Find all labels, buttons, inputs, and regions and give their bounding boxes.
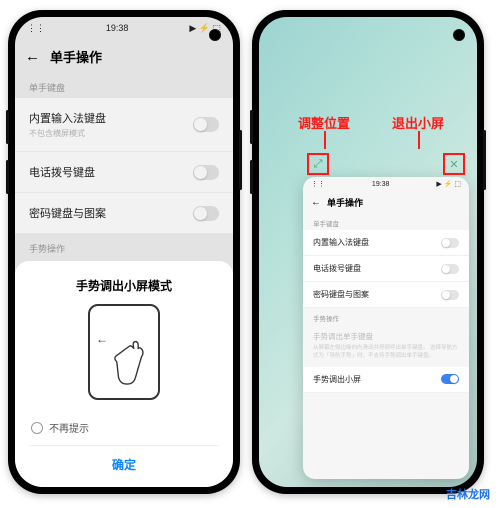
right-screen: 调整位置 退出小屏 ⤢ ✕ ⋮⋮ 19:38 ▶ ⚡ ⬚ ← 单手操作 单手键盘 — [259, 17, 477, 487]
close-icon[interactable]: ✕ — [449, 158, 458, 171]
dont-remind-option[interactable]: 不再提示 — [29, 414, 219, 441]
status-time: 19:38 — [372, 181, 390, 188]
mini-title-bar: ← 单手操作 — [303, 191, 469, 213]
phone-right-frame: 调整位置 退出小屏 ⤢ ✕ ⋮⋮ 19:38 ▶ ⚡ ⬚ ← 单手操作 单手键盘 — [252, 10, 484, 494]
annotation-move: 调整位置 — [293, 113, 355, 132]
row-label: 内置输入法键盘 — [313, 237, 369, 248]
status-right: ▶ ⚡ ⬚ — [436, 180, 461, 188]
camera-punchhole — [453, 29, 465, 41]
resize-icon[interactable]: ⤢ — [314, 158, 323, 171]
row-ime-keyboard[interactable]: 内置输入法键盘 — [303, 230, 469, 256]
row-dial-keyboard[interactable]: 电话拨号键盘 — [303, 256, 469, 282]
section-keyboard-header: 单手键盘 — [303, 213, 469, 230]
sheet-title: 手势调出小屏模式 — [29, 277, 219, 294]
highlight-resize-button: ⤢ — [307, 153, 329, 175]
row-password-keyboard[interactable]: 密码键盘与图案 — [303, 282, 469, 308]
camera-punchhole — [209, 29, 221, 41]
left-screen: ⋮⋮ 19:38 ▶ ⚡ ⬚ ← 单手操作 单手键盘 内置输入法键盘 不包含横屏… — [15, 17, 233, 487]
gesture-disabled-block: 手势调出单手键盘 从屏幕左侧边缘向内滑动并停顿呼出单手键盘。 选择导航方式为「导… — [303, 325, 469, 367]
status-left: ⋮⋮ — [311, 180, 325, 188]
toggle-dial[interactable] — [441, 264, 459, 274]
gesture-help-sheet: 手势调出小屏模式 不再提示 确定 — [15, 261, 233, 487]
highlight-close-button: ✕ — [443, 153, 465, 175]
phone-left-frame: ⋮⋮ 19:38 ▶ ⚡ ⬚ ← 单手操作 单手键盘 内置输入法键盘 不包含横屏… — [8, 10, 240, 494]
page-title: 单手操作 — [327, 196, 363, 209]
row-label: 手势调出小屏 — [313, 374, 361, 385]
row-label: 电话拨号键盘 — [313, 263, 361, 274]
gesture-title: 手势调出单手键盘 — [313, 331, 459, 342]
row-gesture-miniscreen[interactable]: 手势调出小屏 — [303, 367, 469, 393]
toggle-pwd[interactable] — [441, 290, 459, 300]
section-gesture-header: 手势操作 — [303, 308, 469, 325]
dont-remind-label: 不再提示 — [49, 420, 89, 435]
back-icon[interactable]: ← — [311, 197, 321, 208]
radio-icon — [31, 422, 43, 434]
toggle-miniscreen[interactable] — [441, 374, 459, 384]
modal-overlay: 手势调出小屏模式 不再提示 确定 — [15, 17, 233, 487]
toggle-ime[interactable] — [441, 238, 459, 248]
confirm-button[interactable]: 确定 — [29, 445, 219, 477]
row-label: 密码键盘与图案 — [313, 289, 369, 300]
one-hand-mini-window: ⋮⋮ 19:38 ▶ ⚡ ⬚ ← 单手操作 单手键盘 内置输入法键盘 电话拨号键… — [303, 177, 469, 479]
hand-icon — [110, 336, 144, 388]
watermark-text: 吉林龙网 — [446, 486, 490, 502]
gesture-desc: 从屏幕左侧边缘向内滑动并停顿呼出单手键盘。 选择导航方式为「导航手势」时，不支持… — [313, 344, 459, 361]
gesture-illustration — [88, 304, 160, 400]
mini-status-bar: ⋮⋮ 19:38 ▶ ⚡ ⬚ — [303, 177, 469, 191]
annotation-exit: 退出小屏 — [387, 113, 449, 132]
